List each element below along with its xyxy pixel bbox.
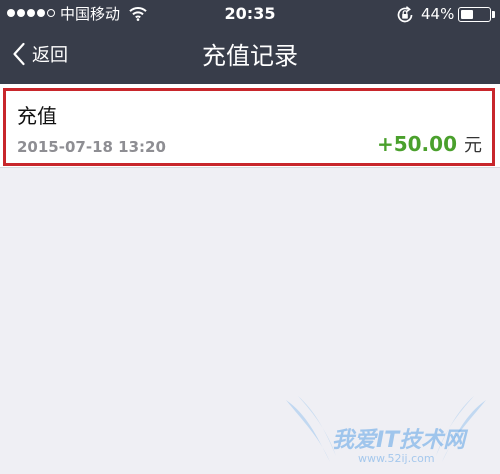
watermark-url: www.52ij.com (358, 452, 435, 465)
battery-icon (458, 7, 491, 22)
lock-rotation-icon (396, 6, 414, 27)
battery-percent: 44% (421, 5, 455, 23)
record-date: 2015-07-18 13:20 (17, 138, 166, 156)
watermark: 我爱IT技术网 www.52ij.com (280, 390, 492, 470)
top-bar: 中国移动 20:35 44% 返回 充值记录 (0, 0, 500, 84)
watermark-text: 我爱IT技术网 (332, 428, 466, 453)
page-title: 充值记录 (202, 42, 298, 70)
record-title: 充值 (17, 104, 57, 128)
amount-value: +50.00 (376, 132, 457, 156)
status-bar: 中国移动 20:35 44% (0, 0, 500, 28)
amount-unit: 元 (464, 135, 482, 156)
record-amount: +50.00 元 (377, 131, 482, 159)
battery-fill (460, 9, 473, 19)
battery-tip (492, 11, 495, 18)
